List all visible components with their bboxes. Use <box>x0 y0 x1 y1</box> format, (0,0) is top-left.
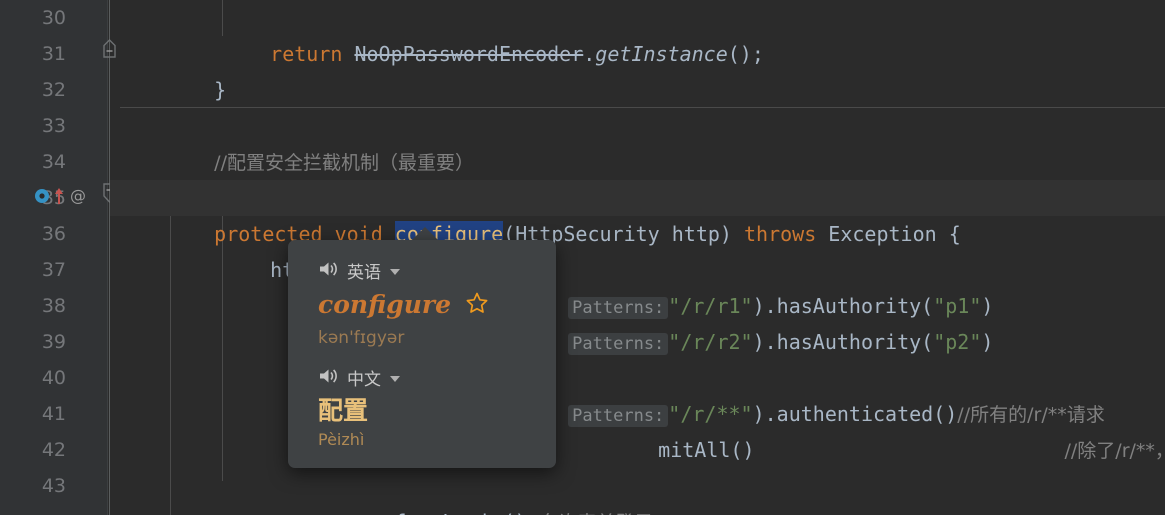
red-up-arrow-icon[interactable] <box>54 187 64 209</box>
line-number: 43 <box>41 475 66 497</box>
phonetic-transcription: kən'fɪgyər <box>318 328 405 348</box>
line-number: 41 <box>41 403 66 425</box>
pinyin-text: Pèizhì <box>318 430 365 449</box>
headword-row: configure <box>318 290 489 319</box>
source-language-label: 英语 <box>347 263 381 283</box>
line-number: 32 <box>41 79 66 101</box>
code-line-39[interactable] <box>110 324 1165 360</box>
source-language-selector[interactable]: 英语 <box>318 258 400 283</box>
popup-pointer-arrow <box>411 227 439 241</box>
chevron-down-icon[interactable] <box>390 376 400 382</box>
code-line-40[interactable]: Patterns: "/r/**").authenticated()//所有的/r… <box>110 360 1165 427</box>
gutter-separator <box>107 0 108 515</box>
code-line-37[interactable]: Patterns: "/r/r1").hasAuthority("p1") <box>110 252 1165 319</box>
call-chain: .formLogin() <box>382 510 527 515</box>
code-line-36[interactable]: http.authorizeRequests() <box>110 216 1165 282</box>
speaker-icon[interactable] <box>318 260 338 282</box>
target-language-selector[interactable]: 中文 <box>318 365 400 390</box>
line-number: 34 <box>41 151 66 173</box>
code-line-41[interactable]: mitAll()//除了/r/**，前台请 <box>110 396 1165 462</box>
translation-text: 配置 <box>318 396 369 425</box>
chevron-down-icon[interactable] <box>390 269 400 275</box>
line-number: 40 <box>41 367 66 389</box>
headword-text: configure <box>318 290 451 319</box>
line-number: 42 <box>41 439 66 461</box>
translation-popup[interactable]: 英语 configure kən'fɪgyər 中文 配置 Pèizhì <box>288 240 556 468</box>
code-editor[interactable]: 30 31 32 33 34 35 36 37 38 39 40 41 42 4… <box>0 0 1165 515</box>
code-line-43[interactable]: .formLogin()//允许表单登录 <box>110 468 1165 515</box>
code-line-33[interactable]: //配置安全拦截机制（最重要） <box>110 108 1165 174</box>
line-number: 31 <box>41 43 66 65</box>
code-line-34[interactable]: @Override <box>110 144 1165 210</box>
line-number: 38 <box>41 295 66 317</box>
target-language-label: 中文 <box>347 370 381 390</box>
code-line-31[interactable]: } <box>110 36 1165 102</box>
line-number: 37 <box>41 259 66 281</box>
line-number: 39 <box>41 331 66 353</box>
line-number: 30 <box>41 7 66 29</box>
speaker-icon[interactable] <box>318 367 338 389</box>
override-circle-icon[interactable] <box>34 188 50 208</box>
svg-text:@: @ <box>70 186 86 205</box>
code-line-42[interactable] <box>110 432 1165 468</box>
code-line-32[interactable] <box>110 72 1165 108</box>
code-line-38[interactable]: Patterns: "/r/r2").hasAuthority("p2") <box>110 288 1165 355</box>
line-number: 36 <box>41 223 66 245</box>
gutter-icons-line-35[interactable]: @ <box>34 180 88 216</box>
line-number: 33 <box>41 115 66 137</box>
code-line-35[interactable]: protected void configure(HttpSecurity ht… <box>110 180 1165 247</box>
star-outline-icon[interactable] <box>465 291 489 319</box>
annotation-at-icon[interactable]: @ <box>68 186 88 210</box>
code-line-30[interactable]: return NoOpPasswordEncoder.getInstance()… <box>110 0 1165 66</box>
